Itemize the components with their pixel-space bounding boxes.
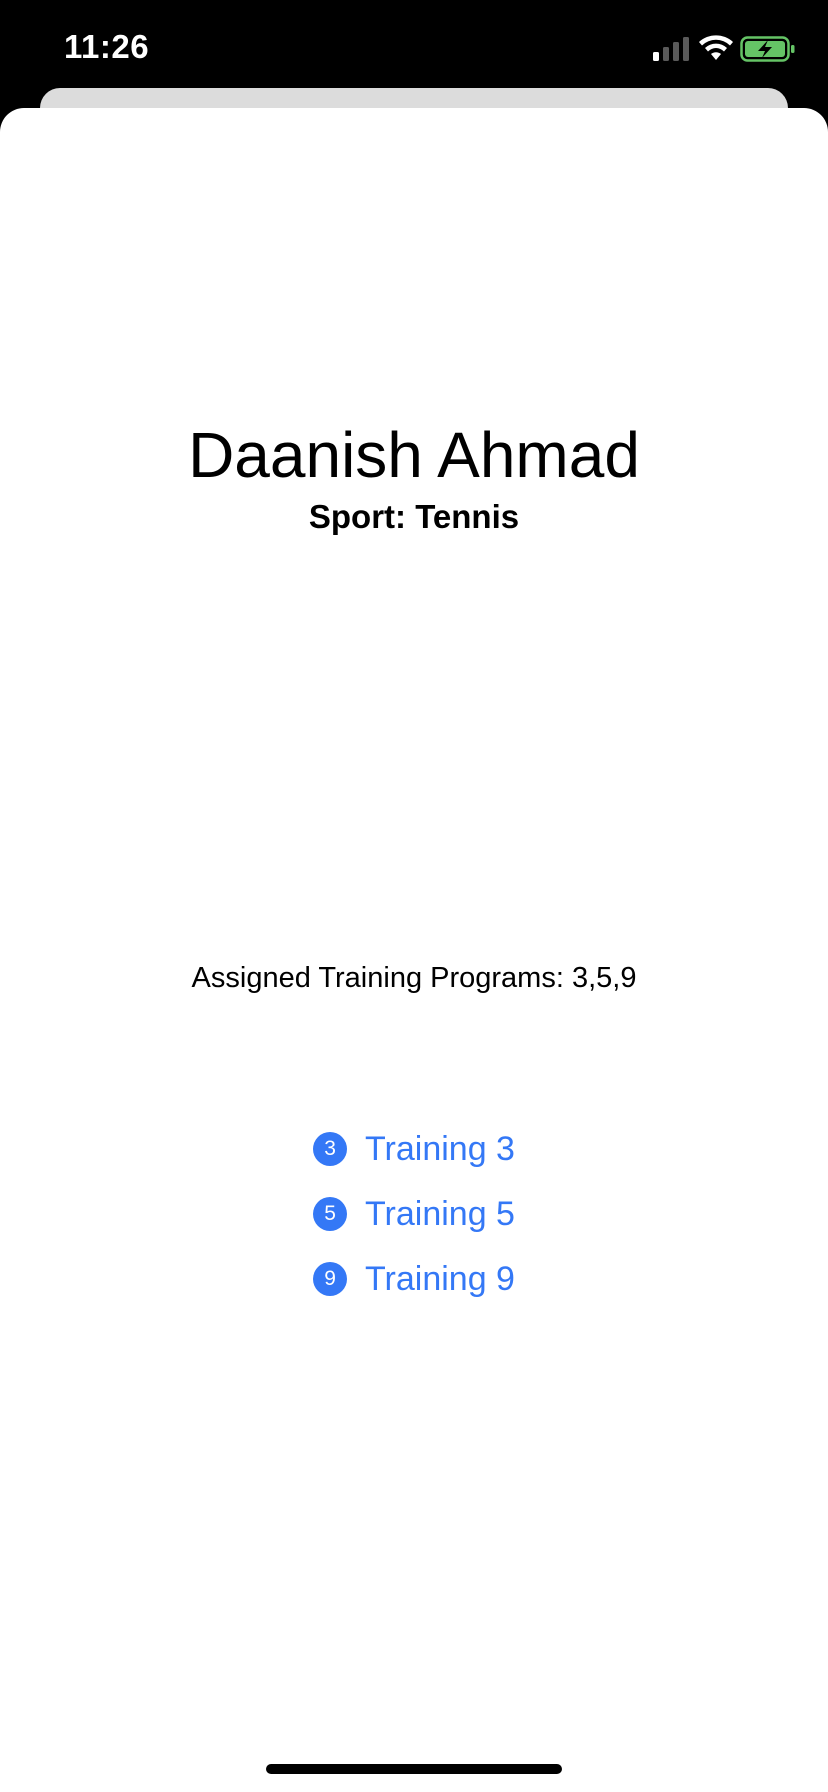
- training-link-5[interactable]: 5 Training 5: [0, 1190, 828, 1238]
- signal-icon: [653, 37, 689, 61]
- number-9-circle-icon: 9: [313, 1262, 348, 1296]
- training-link-3[interactable]: 3 Training 3: [0, 1125, 828, 1173]
- number-5-circle-icon: 5: [313, 1197, 348, 1231]
- screen: 11:26 Daanish Ahmad Sport: Tennis Assign…: [0, 0, 828, 1792]
- assigned-programs-label: Assigned Training Programs: 3,5,9: [191, 962, 637, 994]
- status-time: 11:26: [64, 28, 150, 65]
- status-bar: 11:26: [0, 0, 828, 100]
- battery-charging-icon: [740, 36, 795, 62]
- training-label: Training 9: [365, 1259, 515, 1298]
- athlete-name: Daanish Ahmad: [188, 419, 640, 491]
- training-label: Training 3: [365, 1129, 515, 1168]
- number-3-circle-icon: 3: [313, 1132, 348, 1166]
- athlete-sport: Sport: Tennis: [308, 498, 520, 535]
- home-indicator[interactable]: [266, 1764, 562, 1774]
- training-link-content: 9 Training 9: [313, 1260, 515, 1299]
- training-link-9[interactable]: 9 Training 9: [0, 1255, 828, 1303]
- wifi-icon: [699, 35, 733, 60]
- training-label: Training 5: [365, 1194, 515, 1233]
- training-link-content: 5 Training 5: [313, 1195, 515, 1234]
- training-link-content: 3 Training 3: [313, 1130, 515, 1169]
- athlete-detail-sheet: [0, 108, 828, 1792]
